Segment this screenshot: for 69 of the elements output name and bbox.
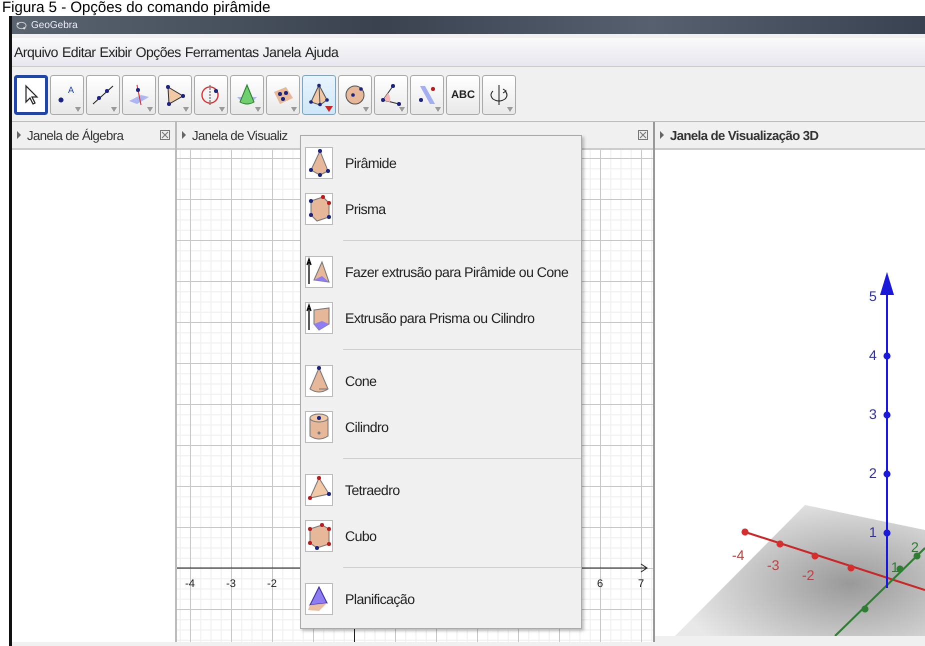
panel-title: Janela de Álgebra xyxy=(27,128,125,142)
triangle-icon xyxy=(163,83,187,107)
extrude-prism-icon xyxy=(305,302,333,334)
axis-label: 6 xyxy=(596,578,604,590)
collapse-arrow-icon[interactable] xyxy=(182,131,186,139)
axis-label: -2 xyxy=(802,567,814,583)
line-icon xyxy=(91,83,115,107)
tool-button[interactable] xyxy=(158,75,192,115)
menu-item[interactable]: Cilindro xyxy=(305,404,581,450)
extrude-pyramid-icon xyxy=(305,256,333,288)
menu-item[interactable]: Opções xyxy=(136,44,181,60)
axis-label: -3 xyxy=(226,578,236,590)
tool-button[interactable] xyxy=(194,75,228,115)
collapse-arrow-icon[interactable] xyxy=(660,131,664,139)
menu-item[interactable]: Editar xyxy=(62,44,96,60)
tool-button[interactable] xyxy=(482,75,516,115)
menu-item[interactable]: Arquivo xyxy=(14,44,58,60)
axis-label: -4 xyxy=(185,578,195,590)
menu-item[interactable]: Ferramentas xyxy=(184,44,259,60)
panel-title: Janela de Visualiz xyxy=(192,128,289,142)
pyramid-icon xyxy=(305,147,333,179)
menu-item[interactable]: Janela xyxy=(262,44,301,60)
panel-title: Janela de Visualização 3D xyxy=(670,128,820,142)
axis-label: 1 xyxy=(869,524,877,540)
prism-icon xyxy=(305,193,333,225)
menu-item[interactable]: Pirâmide xyxy=(305,140,581,186)
close-icon[interactable] xyxy=(160,130,170,140)
axis-label: -3 xyxy=(767,557,780,573)
tool-button[interactable] xyxy=(374,75,408,115)
sphere-icon xyxy=(343,83,367,107)
collapse-arrow-icon[interactable] xyxy=(17,131,21,139)
app-logo-icon xyxy=(16,20,27,30)
menu-item[interactable]: Exibir xyxy=(100,44,132,60)
window-title: GeoGebra xyxy=(31,20,78,30)
cone-icon xyxy=(305,365,333,397)
tool-button[interactable] xyxy=(302,75,336,115)
menu-item[interactable]: Extrusão para Prisma ou Cilindro xyxy=(305,295,581,341)
menu-item[interactable]: Prisma xyxy=(305,186,581,232)
cube-icon xyxy=(305,520,333,552)
axis-label: -4 xyxy=(732,547,744,563)
cone-icon xyxy=(235,83,259,107)
cylinder-icon xyxy=(305,411,333,443)
axis-label: 7 xyxy=(638,578,644,590)
axis-label: 2 xyxy=(911,539,919,555)
net-icon xyxy=(305,583,333,615)
axis-label: 4 xyxy=(869,347,877,363)
axis-label: 3 xyxy=(869,406,877,422)
angle-icon xyxy=(379,83,403,107)
perpendicular-line-icon xyxy=(127,83,151,107)
menu-item[interactable]: Tetraedro xyxy=(305,467,581,513)
axis-label: -2 xyxy=(267,578,277,590)
axis-label: 2 xyxy=(869,465,877,481)
axis-label: 1 xyxy=(891,559,899,575)
tool-button[interactable]: A xyxy=(50,75,84,115)
axis-label: 5 xyxy=(869,288,877,304)
tool-button[interactable]: ABC xyxy=(446,75,480,115)
menu-item[interactable]: Fazer extrusão para Pirâmide ou Cone xyxy=(305,249,581,295)
menu-item[interactable]: Planificação xyxy=(305,576,581,622)
menu-item[interactable]: Cubo xyxy=(305,513,581,559)
menu-item[interactable]: Ajuda xyxy=(304,44,338,60)
tool-button[interactable] xyxy=(338,75,372,115)
pyramid-icon xyxy=(307,83,331,107)
tetrahedron-icon xyxy=(305,474,333,506)
tool-button[interactable] xyxy=(266,75,300,115)
menu-item[interactable]: Cone xyxy=(305,358,581,404)
tool-button[interactable] xyxy=(86,75,120,115)
close-icon[interactable] xyxy=(638,130,648,140)
figure-caption: Figura 5 - Opções do comando pirâmide xyxy=(1,0,272,16)
tool-button[interactable] xyxy=(14,75,48,115)
